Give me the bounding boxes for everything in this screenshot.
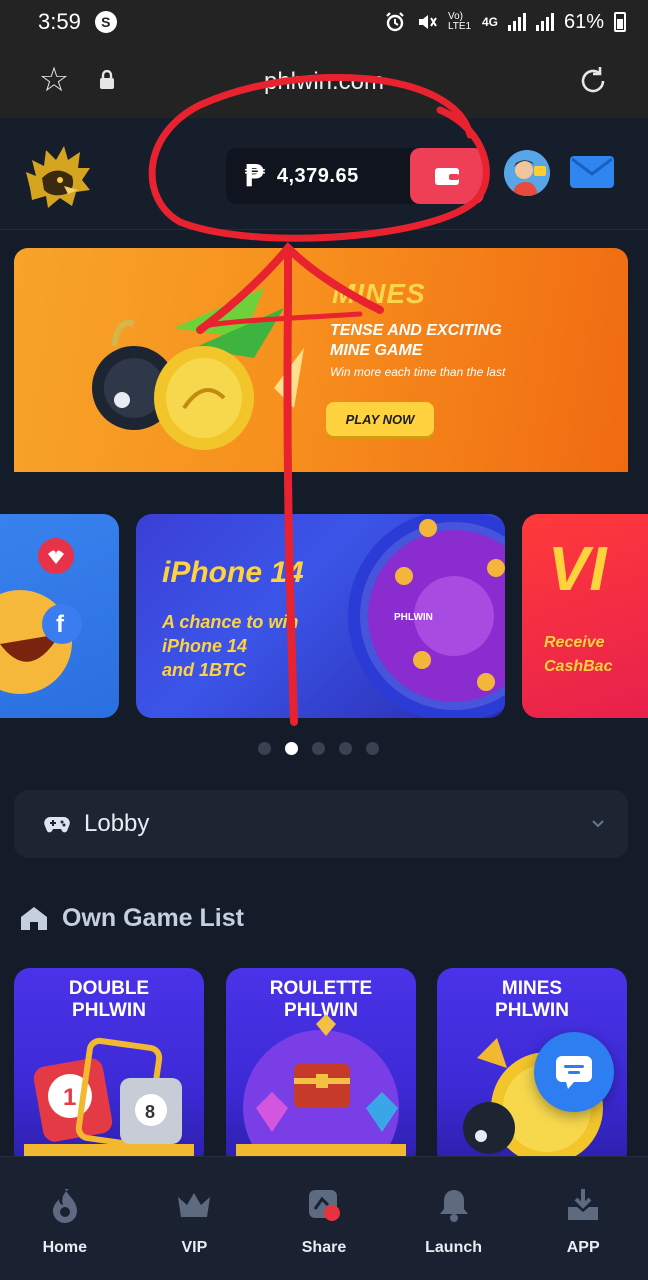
bell-icon <box>439 1190 468 1222</box>
nav-label: VIP <box>181 1239 208 1256</box>
nav-label: Share <box>301 1239 347 1256</box>
hero-game-name: MINES <box>332 278 426 309</box>
nav-label: Launch <box>425 1239 483 1256</box>
nav-label: Home <box>42 1239 88 1256</box>
balance-amount: 4,379.65 <box>276 164 359 187</box>
home-icon <box>21 907 47 930</box>
nav-vip[interactable]: VIP <box>130 1157 260 1280</box>
wallet-button[interactable] <box>410 148 484 204</box>
section-header: Own Game List <box>20 898 244 938</box>
double-dice-illustration: 1 8 <box>24 1037 194 1168</box>
bookmark-star-icon[interactable]: ☆ <box>36 62 72 98</box>
lobby-label: Lobby <box>84 810 150 837</box>
app-notification-icon: S <box>94 11 117 33</box>
nav-label: APP <box>566 1239 600 1256</box>
carousel-dot[interactable] <box>312 742 325 755</box>
carousel-dot[interactable] <box>258 742 271 755</box>
network-type: 4G <box>481 15 498 29</box>
carousel-dot[interactable] <box>366 742 379 755</box>
chevron-down-icon <box>592 820 604 828</box>
lobby-dropdown[interactable]: Lobby <box>14 790 628 858</box>
carousel-dot[interactable] <box>339 742 352 755</box>
wheel-label: PHLWIN <box>394 612 433 623</box>
game-card-double[interactable]: DOUBLE PHLWIN 1 8 <box>14 968 204 1168</box>
carousel-card-vip[interactable]: VI Receive CashBac <box>522 514 648 718</box>
game-card-roulette[interactable]: ROULETTE PHLWIN <box>226 968 416 1168</box>
hero-title-line1: TENSE AND EXCITING <box>330 322 502 339</box>
network-label: Vo) LTE1 <box>447 11 472 32</box>
signal-icon <box>507 13 526 31</box>
flame-icon <box>52 1189 77 1223</box>
status-time: 3:59 <box>38 9 81 34</box>
vip-promo-title: VI <box>548 535 607 604</box>
hero-title-line2: MINE GAME <box>330 342 423 359</box>
svg-text:f: f <box>56 611 65 638</box>
reload-icon[interactable] <box>576 64 610 98</box>
app-header: ₱ 4,379.65 <box>0 118 648 230</box>
wallet-icon <box>435 168 459 185</box>
nav-share[interactable]: Share <box>259 1157 389 1280</box>
iphone-promo-title: iPhone 14 <box>162 556 304 589</box>
vip-promo-line2: CashBac <box>544 658 613 675</box>
iphone-promo-line3: and 1BTC <box>162 660 247 680</box>
chat-support-button[interactable] <box>534 1032 614 1112</box>
carousel-indicators <box>258 740 379 755</box>
mail-icon[interactable] <box>570 156 614 188</box>
avatar[interactable] <box>504 150 550 196</box>
balance-display: ₱ 4,379.65 <box>226 148 416 204</box>
nav-home[interactable]: Home <box>0 1157 130 1280</box>
prize-wheel-illustration: PHLWIN <box>348 514 505 718</box>
nav-app[interactable]: APP <box>518 1157 648 1280</box>
avatar-icon <box>504 150 550 196</box>
play-now-button[interactable]: PLAY NOW <box>326 402 434 436</box>
status-icons: Vo) LTE1 4G 61% <box>384 11 626 34</box>
download-icon <box>568 1189 599 1220</box>
chat-icon <box>556 1056 592 1089</box>
carousel-card-iphone[interactable]: PHLWIN iPhone 14 A chance to win iPhone … <box>136 514 505 718</box>
carousel-card-left[interactable]: f <box>0 514 119 718</box>
svg-text:1: 1 <box>63 1084 76 1111</box>
vip-promo-line1: Receive <box>544 634 605 651</box>
signal-icon-2 <box>535 13 554 31</box>
iphone-promo-line2: iPhone 14 <box>162 636 248 656</box>
share-icon <box>308 1190 340 1221</box>
iphone-promo-line1: A chance to win <box>162 612 299 632</box>
browser-toolbar: phlwin.com ☆ <box>0 44 648 118</box>
app-screen: 3:59 S Vo) LTE1 4G 61% phlwin.com ☆ ₱ 4, <box>0 0 648 1280</box>
carousel-dot-active[interactable] <box>285 742 298 755</box>
section-title: Own Game List <box>62 903 244 932</box>
mute-icon <box>418 15 437 29</box>
lock-icon[interactable] <box>98 70 116 90</box>
alarm-icon <box>386 12 404 32</box>
peso-icon: ₱ <box>244 158 265 194</box>
battery-icon <box>614 12 626 32</box>
promo-banner[interactable]: MINES TENSE AND EXCITING MINE GAME Win m… <box>14 248 628 472</box>
lion-logo-icon[interactable] <box>20 138 96 214</box>
battery-percent: 61% <box>563 10 604 33</box>
promo-carousel[interactable]: f PHLWIN iPhone 14 A chance to win iPhon… <box>0 514 648 718</box>
gamepad-icon <box>44 817 70 833</box>
bomb-coin-illustration <box>92 288 304 450</box>
hero-subtitle: Win more each time than the last <box>330 365 506 379</box>
treasure-chest-illustration <box>236 1014 406 1168</box>
emoji-illustration: f <box>0 538 82 694</box>
nav-launch[interactable]: Launch <box>389 1157 519 1280</box>
crown-icon <box>178 1193 211 1217</box>
bottom-navigation: Home VIP Share Launch APP <box>0 1156 648 1280</box>
status-bar: 3:59 S Vo) LTE1 4G 61% <box>0 0 648 44</box>
svg-text:8: 8 <box>145 1102 155 1122</box>
